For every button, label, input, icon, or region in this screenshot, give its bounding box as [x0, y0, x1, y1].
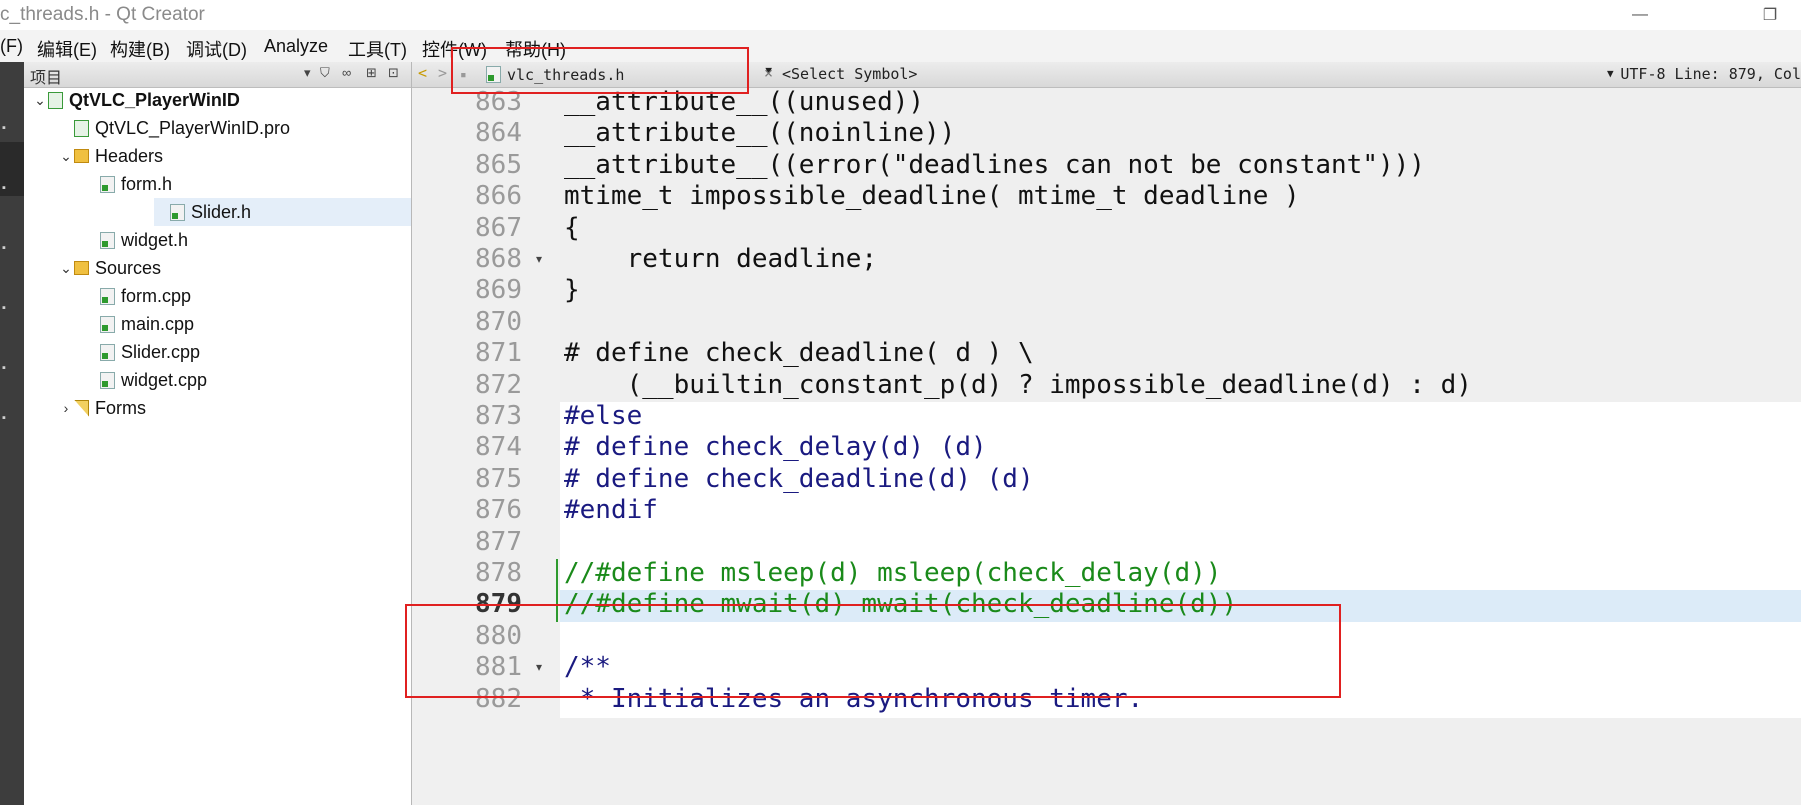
code-editor[interactable]: __attribute__((unused)) __attribute__((no…: [560, 87, 1801, 805]
tree-item[interactable]: form.cpp: [24, 282, 471, 310]
code-line[interactable]: (__builtin_constant_p(d) ? impossible_de…: [564, 367, 1472, 403]
tree-item-label: widget.cpp: [121, 369, 208, 390]
tree-item-label: main.cpp: [121, 313, 195, 334]
menu-tools[interactable]: 工具(T): [348, 36, 407, 62]
source-file-icon: [100, 343, 115, 361]
source-file-icon: [100, 287, 115, 305]
code-line[interactable]: * Initializes an asynchronous timer.: [564, 681, 1144, 717]
go-back-icon[interactable]: <: [418, 64, 427, 82]
dropdown-arrow-icon[interactable]: ▾: [304, 65, 311, 81]
source-file-icon: [100, 315, 115, 333]
change-marker: [556, 559, 558, 622]
source-file-icon: [100, 371, 115, 389]
code-line[interactable]: //#define mwait(d) mwait(check_deadline(…: [564, 586, 1237, 622]
fold-marker-icon[interactable]: ▾: [536, 241, 542, 277]
tree-item-label: Slider.h: [191, 201, 252, 222]
split-icon[interactable]: ⊞: [366, 65, 377, 81]
go-forward-icon[interactable]: >: [438, 64, 447, 82]
menu-bar: (F) 编辑(E) 构建(B) 调试(D) Analyze 工具(T) 控件(W…: [0, 30, 1801, 62]
code-line[interactable]: #endif: [564, 492, 658, 528]
tree-item[interactable]: widget.h: [24, 226, 471, 254]
mode-design-icon[interactable]: ▪: [2, 242, 22, 254]
header-file-icon: [486, 66, 501, 83]
tree-item-label: widget.h: [121, 229, 189, 250]
tree-item[interactable]: ⌄ Headers: [24, 142, 445, 170]
close-panel-icon[interactable]: ⊡: [388, 65, 399, 81]
project-view-selector[interactable]: 项目: [30, 64, 62, 88]
symbol-selector[interactable]: <Select Symbol>: [782, 65, 917, 83]
tree-item-label: Slider.cpp: [121, 341, 201, 362]
chevron-down-icon[interactable]: ⌄: [58, 148, 74, 165]
tree-item[interactable]: ⌄ QtVLC_PlayerWinID: [24, 86, 419, 114]
folder-icon: [74, 149, 89, 163]
tree-item[interactable]: Slider.h: [154, 198, 411, 226]
forms-folder-icon: [74, 399, 89, 417]
menu-help[interactable]: 帮助(H): [505, 36, 566, 62]
current-file-name: vlc_threads.h: [507, 65, 625, 84]
code-line-background: [560, 621, 1801, 655]
tree-item[interactable]: widget.cpp: [24, 366, 471, 394]
tree-item-label: Headers: [95, 145, 164, 166]
tree-item-label: Forms: [95, 397, 146, 418]
menu-file[interactable]: (F): [0, 36, 23, 57]
source-file-icon: [100, 175, 115, 193]
tree-item[interactable]: QtVLC_PlayerWinID.pro: [24, 114, 445, 142]
window-title: c_threads.h - Qt Creator: [0, 4, 205, 25]
menu-edit[interactable]: 编辑(E): [37, 36, 97, 62]
fold-marker-icon[interactable]: ▾: [536, 649, 542, 685]
code-line[interactable]: mtime_t impossible_deadline( mtime_t dea…: [564, 178, 1300, 214]
mode-project-icon[interactable]: ▪: [2, 362, 22, 374]
project-file-icon: [74, 119, 89, 137]
chevron-down-icon[interactable]: ⌄: [58, 260, 74, 277]
project-file-icon: [48, 91, 63, 109]
code-line-background: [560, 496, 1801, 530]
chevron-down-icon[interactable]: ⌄: [32, 92, 48, 109]
lock-icon: ▪: [460, 68, 467, 81]
tree-item-label: QtVLC_PlayerWinID.pro: [95, 117, 291, 138]
code-line[interactable]: return deadline;: [564, 241, 877, 277]
tree-item-label: form.h: [121, 173, 173, 194]
code-line[interactable]: }: [564, 272, 580, 308]
filter-icon[interactable]: ⛉: [320, 65, 330, 81]
line-number-gutter: 863 864 865 866 867 868 ▾ 869 870 871 872 873 874 875…: [412, 87, 560, 805]
project-panel-toolbar: 项目 ▾ ⛉ ∞ ⊞ ⊡: [24, 62, 411, 88]
mode-edit-icon[interactable]: ▪: [2, 182, 22, 194]
tree-item[interactable]: › Forms: [24, 394, 445, 422]
mode-sidebar: ▪ ▪ ▪ ▪ ▪ ▪: [0, 62, 24, 805]
link-icon[interactable]: ∞: [342, 65, 351, 80]
menu-analyze[interactable]: Analyze: [264, 36, 328, 57]
menu-widgets[interactable]: 控件(W): [422, 36, 487, 62]
source-file-icon: [170, 203, 185, 221]
title-bar: c_threads.h - Qt Creator — ❐: [0, 0, 1801, 30]
line-number: 882: [475, 683, 522, 714]
tree-item-label: Sources: [95, 257, 162, 278]
restore-button[interactable]: ❐: [1740, 0, 1800, 30]
menu-debug[interactable]: 调试(D): [186, 36, 247, 62]
cursor-status: UTF-8 Line: 879, Col: [1620, 65, 1801, 83]
close-document-icon[interactable]: ×: [764, 64, 773, 82]
mode-welcome-icon[interactable]: ▪: [2, 122, 22, 134]
tree-item[interactable]: form.h: [24, 170, 471, 198]
chevron-right-icon[interactable]: ›: [58, 400, 74, 416]
menu-build[interactable]: 构建(B): [110, 36, 170, 62]
folder-icon: [74, 261, 89, 275]
symbol-dropdown-arrow-icon[interactable]: ▼: [1607, 67, 1614, 80]
minimize-button[interactable]: —: [1610, 0, 1670, 30]
source-file-icon: [100, 231, 115, 249]
mode-help-icon[interactable]: ▪: [2, 412, 22, 424]
tree-item[interactable]: main.cpp: [24, 310, 471, 338]
mode-debug-icon[interactable]: ▪: [2, 302, 22, 314]
project-panel: 项目 ▾ ⛉ ∞ ⊞ ⊡ ⌄ QtVLC_PlayerWinID QtVLC_Pla…: [24, 62, 412, 805]
tree-item-label: form.cpp: [121, 285, 192, 306]
tree-item[interactable]: ⌄ Sources: [24, 254, 445, 282]
tree-item-label: QtVLC_PlayerWinID: [69, 89, 240, 110]
tree-item[interactable]: Slider.cpp: [24, 338, 471, 366]
